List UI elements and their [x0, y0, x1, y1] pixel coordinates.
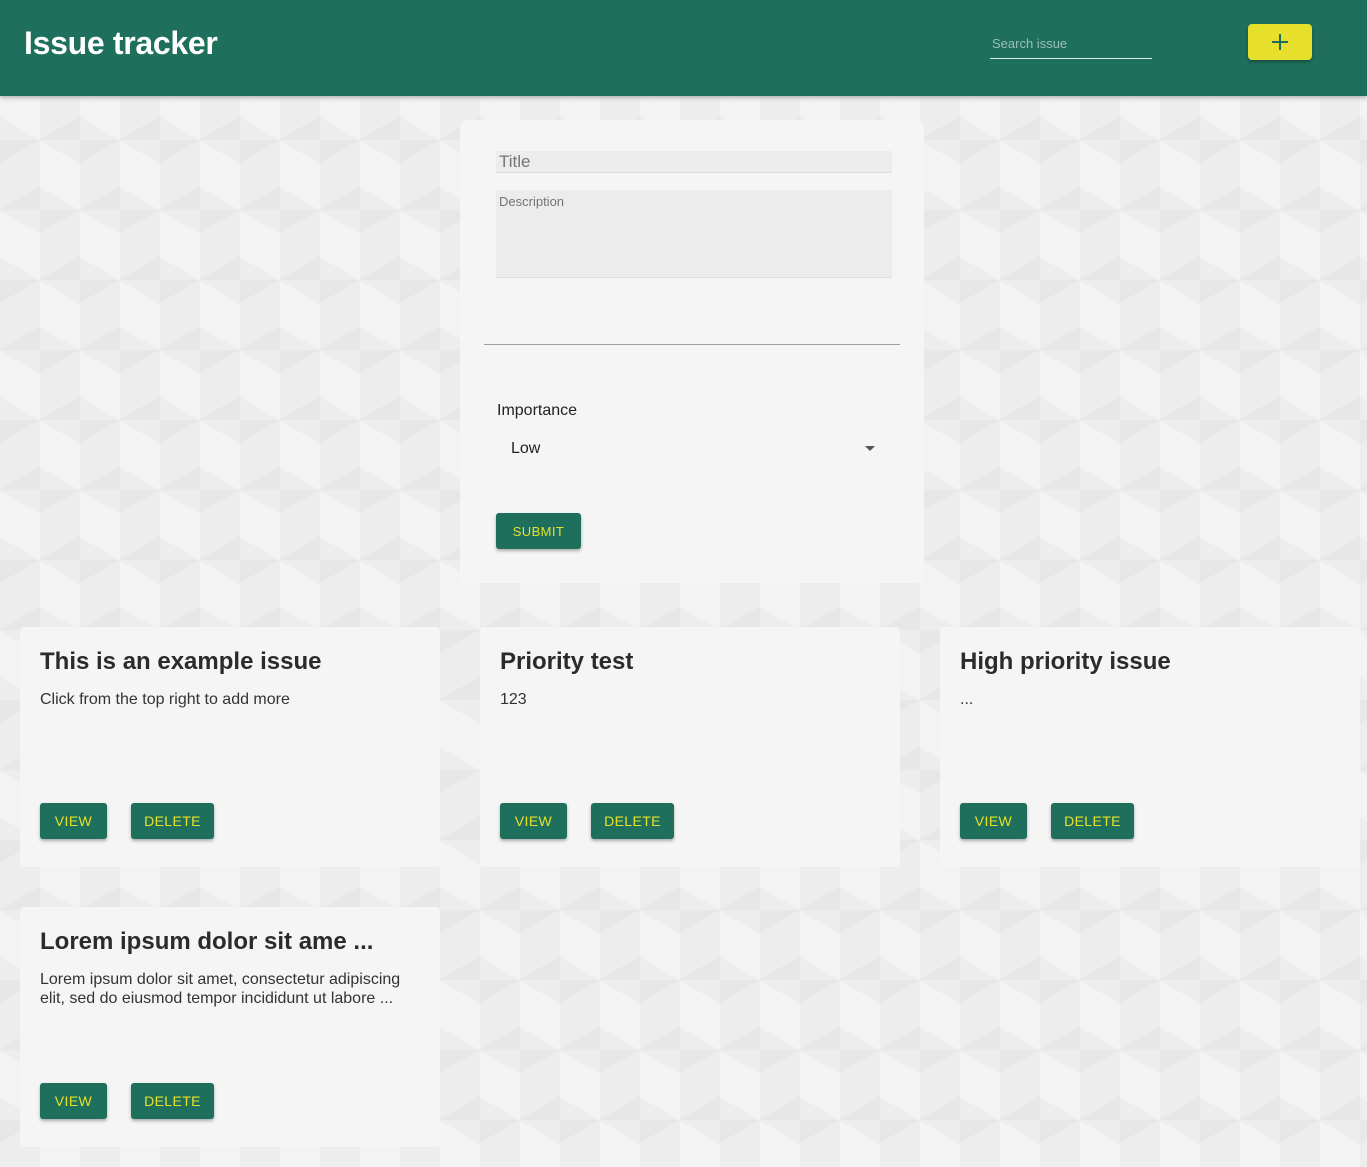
delete-button[interactable]: DELETE [131, 803, 214, 839]
delete-button[interactable]: DELETE [591, 803, 674, 839]
issue-description: ... [960, 691, 974, 708]
importance-selected-value: Low [511, 440, 541, 457]
importance-select[interactable]: Low [497, 432, 883, 466]
issue-title: This is an example issue [40, 648, 322, 675]
view-button[interactable]: VIEW [40, 803, 107, 839]
issue-title: Priority test [500, 648, 634, 675]
view-button[interactable]: VIEW [40, 1083, 107, 1119]
description-input[interactable] [496, 190, 892, 278]
delete-button[interactable]: DELETE [131, 1083, 214, 1119]
issue-card: High priority issue ... VIEW DELETE [940, 627, 1360, 867]
submit-button[interactable]: SUBMIT [496, 513, 581, 549]
issue-description: Click from the top right to add more [40, 691, 290, 708]
title-input[interactable] [496, 151, 892, 173]
issue-title: Lorem ipsum dolor sit ame ... [40, 928, 374, 955]
search-input[interactable] [990, 30, 1154, 56]
importance-label: Importance [497, 402, 578, 419]
view-button[interactable]: VIEW [960, 803, 1027, 839]
view-button[interactable]: VIEW [500, 803, 567, 839]
form-divider [484, 344, 900, 345]
caret-down-icon [865, 446, 875, 451]
issue-description: 123 [500, 691, 527, 708]
new-issue-form: Importance Low SUBMIT [460, 120, 924, 583]
issue-title: High priority issue [960, 648, 1171, 675]
issue-description: Lorem ipsum dolor sit amet, consectetur … [40, 971, 401, 1007]
plus-icon [1272, 34, 1288, 50]
search-field [990, 30, 1154, 59]
app-bar: Issue tracker [0, 0, 1367, 96]
issue-card: This is an example issue Click from the … [20, 627, 440, 867]
delete-button[interactable]: DELETE [1051, 803, 1134, 839]
add-issue-button[interactable] [1248, 24, 1312, 60]
issue-card: Priority test 123 VIEW DELETE [480, 627, 900, 867]
issue-card: Lorem ipsum dolor sit ame ... Lorem ipsu… [20, 907, 440, 1147]
app-title: Issue tracker [24, 25, 218, 61]
